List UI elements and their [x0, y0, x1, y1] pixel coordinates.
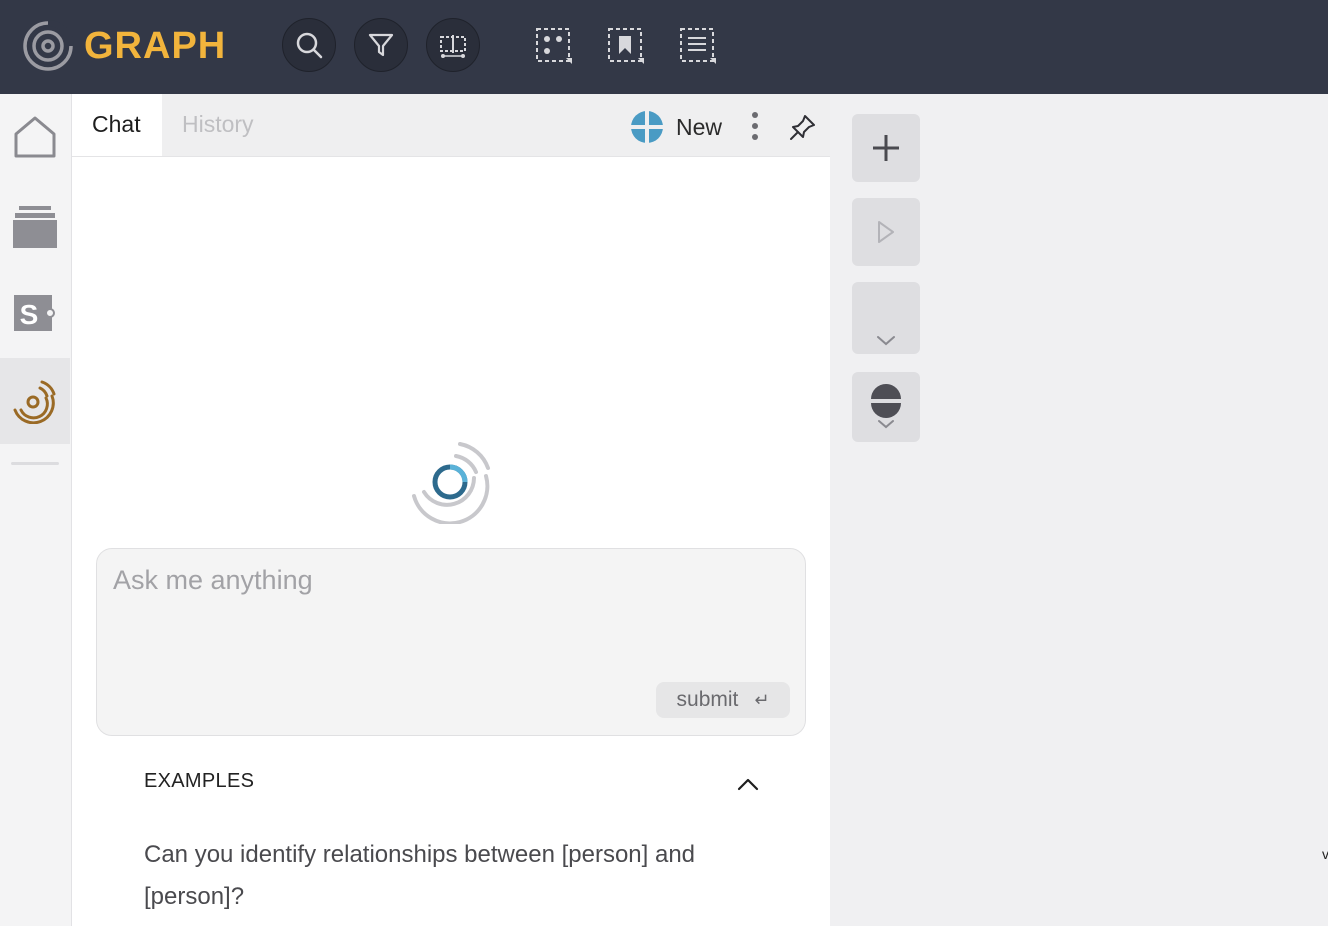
select-nodes-button[interactable] — [532, 24, 576, 68]
loading-spinner-icon — [412, 442, 490, 524]
collapse-button[interactable] — [852, 282, 920, 354]
filter-icon — [368, 33, 394, 57]
play-icon — [878, 221, 894, 243]
list-select-button[interactable] — [676, 24, 720, 68]
submit-label: submit — [676, 688, 739, 711]
half-circle-icon — [871, 384, 901, 418]
layout-button[interactable] — [426, 18, 480, 72]
chevron-down-icon — [877, 336, 895, 346]
filter-button[interactable] — [354, 18, 408, 72]
sidebar-divider — [11, 462, 59, 465]
tab-chat[interactable]: Chat — [72, 94, 162, 156]
sidebar-item-s-plugin[interactable]: S — [0, 270, 70, 356]
chat-input[interactable] — [111, 563, 795, 677]
chat-input-box: submit ↵ — [96, 548, 806, 736]
chat-panel: Chat History New Ask me anything submit … — [72, 94, 830, 926]
graph-logo-icon — [23, 20, 74, 71]
s-plugin-icon: S — [14, 295, 55, 331]
more-options-button[interactable] — [744, 110, 766, 142]
left-sidebar: S — [0, 94, 72, 926]
sidebar-item-stack[interactable] — [0, 184, 70, 270]
s-plugin-glyph: S — [20, 299, 39, 330]
plus-icon — [873, 135, 899, 161]
bookmark-select-icon — [608, 28, 644, 64]
sidebar-item-ai-assistant[interactable] — [0, 358, 70, 444]
pin-icon — [790, 115, 815, 140]
search-button[interactable] — [282, 18, 336, 72]
examples-heading: EXAMPLES — [144, 770, 255, 792]
enter-key-icon: ↵ — [754, 689, 770, 710]
example-prompt[interactable]: Can you identify relationships between [… — [144, 834, 784, 918]
select-nodes-icon — [536, 28, 572, 64]
pin-panel-button[interactable] — [786, 110, 820, 144]
new-chat-label: New — [676, 113, 723, 140]
ai-assistant-icon — [13, 380, 56, 424]
chevron-up-icon — [737, 778, 759, 791]
kebab-menu-icon — [752, 112, 758, 140]
new-chat-button[interactable]: New — [630, 110, 722, 144]
play-button[interactable] — [852, 198, 920, 266]
model-globe-icon — [631, 111, 663, 143]
list-select-icon — [680, 28, 716, 64]
search-icon — [296, 32, 323, 59]
edge-mark: v — [1322, 846, 1328, 862]
home-icon — [14, 116, 56, 158]
submit-button[interactable]: submit ↵ — [656, 682, 790, 718]
examples-collapse-button[interactable] — [734, 770, 762, 798]
chevron-down-small-icon — [878, 420, 894, 429]
tab-bar: Chat History New — [72, 94, 830, 157]
layout-icon — [440, 35, 466, 58]
top-bar: GRAPH — [0, 0, 1328, 94]
stack-icon — [13, 206, 57, 248]
tab-history[interactable]: History — [162, 94, 274, 156]
bookmark-select-button[interactable] — [604, 24, 648, 68]
half-circle-button[interactable] — [852, 372, 920, 442]
app-title: GRAPH — [84, 25, 227, 67]
add-button[interactable] — [852, 114, 920, 182]
sidebar-item-home[interactable] — [0, 94, 70, 180]
